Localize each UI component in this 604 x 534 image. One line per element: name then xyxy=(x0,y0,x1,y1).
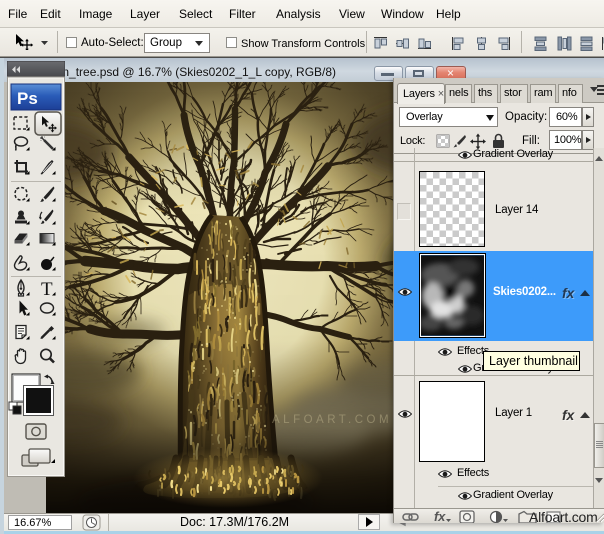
svg-text:Ps: Ps xyxy=(17,89,38,108)
svg-text:fx: fx xyxy=(434,510,446,523)
svg-text:T: T xyxy=(41,279,53,300)
svg-text:ALFOART.COM: ALFOART.COM xyxy=(272,414,392,426)
